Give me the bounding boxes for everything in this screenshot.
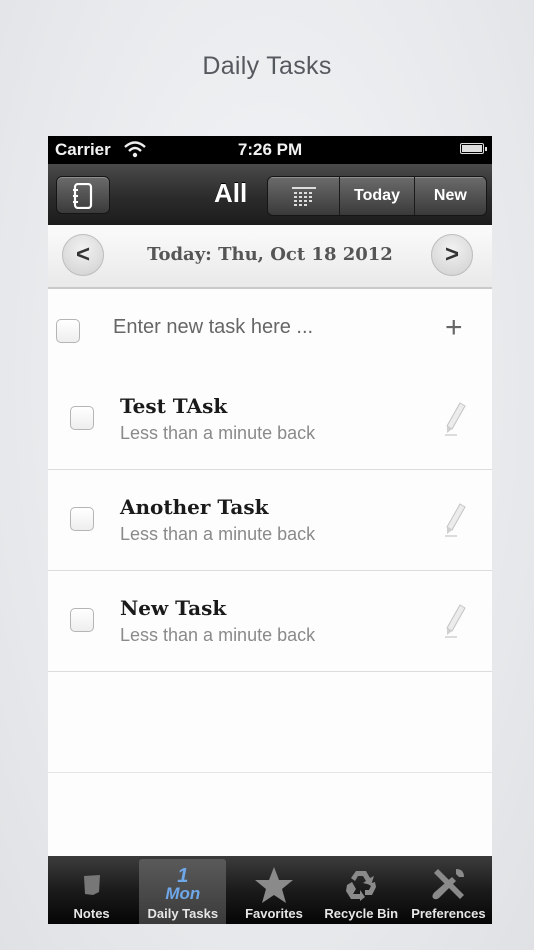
battery-icon: [460, 143, 487, 154]
empty-row: [48, 672, 492, 773]
add-task-button[interactable]: +: [445, 313, 463, 343]
task-checkbox[interactable]: [70, 507, 94, 531]
phone-screen: Carrier 7:26 PM All Today New < Today: T…: [48, 136, 492, 924]
task-title: Another Task: [120, 495, 269, 519]
tab-bar: Notes 1 Mon Daily Tasks Favorites Recycl…: [48, 856, 492, 924]
calendar-grid-icon: [291, 187, 316, 206]
task-checkbox[interactable]: [70, 406, 94, 430]
recycle-icon: [346, 871, 377, 901]
note-icon: [83, 875, 100, 895]
tab-label: Preferences: [411, 906, 486, 921]
task-checkbox[interactable]: [70, 608, 94, 632]
next-day-button[interactable]: >: [431, 234, 473, 276]
new-button[interactable]: New: [414, 177, 486, 215]
tab-label: Daily Tasks: [147, 906, 219, 921]
task-subtitle: Less than a minute back: [120, 625, 316, 645]
notebook-icon: [73, 183, 93, 209]
tab-recycle-bin[interactable]: Recycle Bin: [318, 856, 405, 924]
new-task-input[interactable]: Enter new task here ...: [113, 316, 313, 339]
clock: 7:26 PM: [237, 140, 303, 159]
task-list: Enter new task here ... + Test TAsk Less…: [48, 289, 492, 773]
task-title: Test TAsk: [120, 394, 228, 418]
tab-notes[interactable]: Notes: [48, 856, 135, 924]
tab-preferences[interactable]: Preferences: [405, 856, 492, 924]
task-subtitle: Less than a minute back: [120, 423, 316, 443]
task-row[interactable]: Test TAsk Less than a minute back: [48, 369, 492, 470]
tab-label: Favorites: [245, 906, 303, 921]
current-date: Today: Thu, Oct 18 2012: [147, 244, 393, 265]
pencil-icon[interactable]: [443, 603, 467, 639]
new-task-checkbox[interactable]: [56, 319, 80, 343]
screen-caption: Daily Tasks: [202, 52, 332, 80]
calendar-icon: 1 Mon: [165, 865, 201, 903]
pencil-icon[interactable]: [443, 502, 467, 538]
tab-daily-tasks[interactable]: 1 Mon Daily Tasks: [139, 859, 227, 924]
nav-segmented-control: Today New: [267, 176, 487, 216]
task-subtitle: Less than a minute back: [120, 524, 316, 544]
tab-label: Notes: [73, 906, 110, 921]
nav-bar: All Today New: [48, 164, 492, 226]
date-bar: < Today: Thu, Oct 18 2012 >: [48, 225, 492, 289]
today-button[interactable]: Today: [340, 177, 415, 215]
nav-title: All: [214, 178, 248, 208]
calendar-button[interactable]: [268, 177, 341, 215]
task-title: New Task: [120, 596, 227, 620]
new-task-row: Enter new task here ... +: [48, 289, 492, 369]
task-row[interactable]: Another Task Less than a minute back: [48, 470, 492, 571]
tab-label: Recycle Bin: [324, 906, 399, 921]
status-bar: Carrier 7:26 PM: [48, 136, 492, 164]
task-row[interactable]: New Task Less than a minute back: [48, 571, 492, 672]
star-icon: [255, 867, 293, 903]
pencil-icon[interactable]: [443, 401, 467, 437]
tools-icon: [432, 869, 465, 900]
notebook-button[interactable]: [56, 176, 110, 214]
tab-favorites[interactable]: Favorites: [230, 856, 317, 924]
